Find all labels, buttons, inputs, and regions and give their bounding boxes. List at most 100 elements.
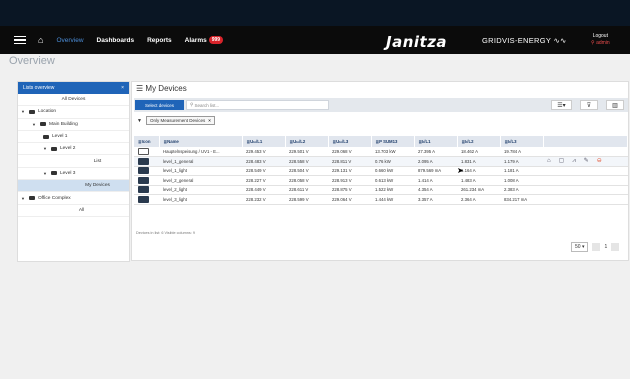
device-name-cell[interactable]: level_1_general — [159, 156, 242, 167]
value-cell: 228.549 V — [242, 166, 285, 176]
folder-icon — [28, 196, 35, 201]
filter-chip[interactable]: Only Measurement Devices × — [145, 116, 215, 125]
caret-down-icon[interactable]: ▼ — [21, 109, 25, 114]
column-header-label: Name — [167, 138, 179, 144]
logout-label: Logout — [592, 33, 608, 39]
tree-item[interactable]: ▼ Location — [18, 106, 129, 119]
caret-down-icon[interactable]: ▼ — [32, 122, 36, 127]
nav-dashboards[interactable]: Dashboards — [97, 37, 135, 44]
tree-item[interactable]: All — [18, 205, 129, 217]
tree-item-label: All — [78, 207, 85, 213]
value-cell: 228.558 V — [285, 156, 328, 167]
tree-item[interactable]: ▼ Office Complex — [18, 192, 129, 205]
device-icon-cell — [134, 156, 159, 167]
tree-item[interactable]: ▼ Level 2 — [18, 143, 129, 156]
tree-item[interactable]: ▼ Level 3 — [18, 168, 129, 181]
logout-button[interactable]: Logout ⚲ admin — [591, 33, 610, 47]
edit-icon[interactable]: ✎ — [584, 158, 589, 164]
alarm-count-badge: 999 — [208, 36, 224, 44]
search-input[interactable]: ⚲ Search list... — [186, 100, 329, 110]
column-header[interactable]: ≣Iₗ/L2 — [457, 136, 501, 147]
table-row[interactable]: level_3_light 228.232 V 228.599 V 229.064 V… — [134, 194, 628, 205]
tree-item[interactable]: All Devices — [18, 94, 129, 107]
page-size-select[interactable]: 50 ▾ — [571, 242, 589, 252]
column-menu-button[interactable]: ☰▾ — [551, 100, 572, 110]
device-details-icon[interactable]: ▢ — [559, 158, 565, 164]
column-header-label: Uₗₙ/L2 — [293, 138, 306, 144]
value-cell: 1.008 A — [500, 175, 543, 186]
tree-item-label: My Devices — [85, 183, 110, 189]
column-header[interactable]: ≣Iₗ/L3 — [500, 136, 544, 147]
tree-item[interactable]: My Devices — [18, 180, 129, 193]
tree-item-label: Level 1 — [52, 134, 68, 140]
caret-down-icon[interactable]: ▼ — [21, 196, 25, 201]
nav-reports[interactable]: Reports — [147, 37, 172, 44]
device-name-cell[interactable]: Hauptelnspeisung / UV1 - E... — [159, 147, 242, 157]
column-header-label: Uₗₙ/L3 — [336, 138, 349, 144]
value-cell: 228.875 V — [328, 185, 371, 195]
table-footer: Devices in list: 6 Visible columns: 9 — [136, 231, 196, 235]
brand-logo: Janitza — [386, 33, 448, 51]
devices-table: ≣Icon ≣Name ≣Uₗₙ/L1 ≣Uₗₙ/L2 ≣Uₗₙ/L3 ≣P SUM13 ≣… — [134, 136, 628, 205]
tree-item-label: List — [93, 158, 102, 164]
value-cell: 261.234 mA — [457, 185, 500, 195]
table-row[interactable]: level_1_general 228.483 V 228.558 V 228.811… — [134, 156, 628, 167]
column-header[interactable]: ≣P SUM13 — [371, 136, 415, 147]
value-cell: 13.703 kW — [371, 147, 414, 157]
column-header[interactable]: ≣Uₗₙ/L3 — [328, 136, 372, 147]
value-cell: 18.462 A — [457, 147, 500, 157]
value-cell: 27.395 A — [414, 147, 457, 157]
menu-icon[interactable] — [14, 35, 26, 45]
location-icon[interactable]: ⌂ — [547, 158, 551, 164]
table-row[interactable]: Hauptelnspeisung / UV1 - E... 229.453 V 22… — [134, 147, 628, 157]
pagination: 50 ▾ 1 — [571, 242, 620, 252]
row-actions-cell — [543, 147, 628, 157]
filter-icon[interactable]: ⊽ — [580, 100, 598, 110]
tree-item[interactable]: List — [18, 155, 129, 168]
tree-item-label: Level 3 — [59, 170, 76, 176]
caret-down-icon[interactable]: ▼ — [43, 146, 47, 151]
columns-icon[interactable]: ▥ — [606, 100, 624, 110]
value-cell: 228.058 V — [285, 175, 328, 186]
folder-icon — [28, 109, 35, 114]
devices-title-text: My Devices — [145, 84, 187, 93]
device-icon — [138, 186, 149, 194]
remove-filter-icon[interactable]: × — [208, 118, 211, 123]
prev-page-button[interactable] — [592, 243, 601, 251]
device-icon — [138, 167, 149, 175]
table-row[interactable]: level_2_light 228.449 V 228.611 V 228.875 V… — [134, 185, 628, 195]
value-cell: 1.444 kW — [371, 194, 414, 205]
device-name-cell[interactable]: level_2_light — [159, 185, 242, 195]
tree-item-label: Office Complex — [37, 195, 71, 201]
close-icon[interactable]: × — [121, 85, 124, 91]
home-icon[interactable]: ⌂ — [38, 35, 43, 45]
page-number[interactable]: 1 — [604, 244, 607, 250]
table-row[interactable]: level_1_light 228.549 V 228.504 V 229.131 V… — [134, 166, 628, 176]
caret-down-icon[interactable]: ▼ — [43, 171, 47, 176]
next-page-button[interactable] — [611, 243, 620, 251]
top-strip — [0, 0, 630, 26]
product-name: GRIDVIS-ENERGY ∿∿ — [482, 36, 567, 45]
column-header[interactable]: ≣Iₗ/L1 — [414, 136, 458, 147]
chart-icon[interactable]: ⩘ — [572, 158, 575, 164]
tree-item[interactable]: ▼ Main Building — [18, 119, 129, 131]
device-name-cell[interactable]: level_3_light — [159, 194, 242, 205]
funnel-icon[interactable]: ▼ — [137, 118, 142, 124]
nav-overview[interactable]: Overview — [56, 37, 83, 44]
tree-item-label: Main Building — [48, 121, 78, 127]
nav-alarms[interactable]: Alarms 999 — [185, 36, 224, 44]
value-cell: 228.227 V — [242, 175, 285, 186]
device-name-cell[interactable]: level_2_general — [159, 175, 242, 186]
column-header-actions — [543, 136, 628, 147]
tree-item[interactable]: Level 1 — [18, 131, 129, 144]
column-header[interactable]: ≣Uₗₙ/L2 — [285, 136, 329, 147]
value-cell: 0.613 kW — [371, 175, 414, 186]
column-header[interactable]: ≣Name — [159, 136, 243, 147]
stop-icon[interactable]: ⊖ — [597, 158, 602, 164]
device-name-cell[interactable]: level_1_light — [159, 166, 242, 176]
column-header[interactable]: ≣Uₗₙ/L1 — [242, 136, 286, 147]
select-devices-button[interactable]: Select devices — [135, 100, 184, 110]
table-row[interactable]: level_2_general 228.227 V 228.058 V 228.913… — [134, 175, 628, 186]
column-header[interactable]: ≣Icon — [134, 136, 160, 147]
page-title: Overview — [9, 55, 55, 67]
